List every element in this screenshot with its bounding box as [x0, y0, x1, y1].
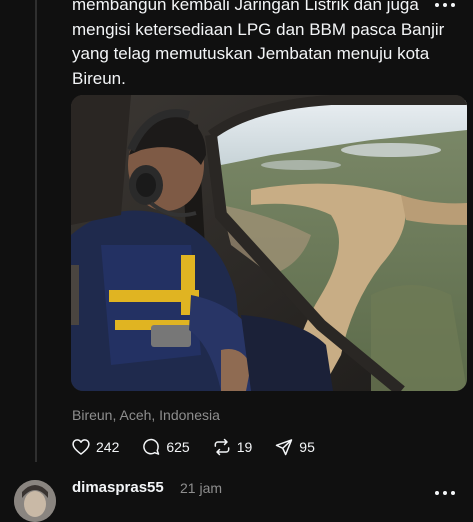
share-button[interactable]: 95	[274, 437, 315, 457]
post-text: membangun kembali Jaringan Listrik dan j…	[72, 0, 452, 91]
heart-icon	[72, 439, 90, 455]
repost-button[interactable]: 19	[212, 437, 253, 457]
reply-timestamp: 21 jam	[180, 480, 223, 496]
post-text-line: mengisi ketersediaan LPG dan BBM pasca B…	[72, 19, 445, 39]
post-photo[interactable]	[71, 95, 467, 391]
like-button[interactable]: 242	[71, 437, 119, 457]
share-count: 95	[299, 439, 315, 455]
post-text-line: yang telag memutuskan Jembatan menuju ko…	[72, 44, 430, 63]
post-text-line: membangun kembali Jaringan Listrik dan j…	[72, 0, 419, 14]
more-options-icon[interactable]	[433, 486, 457, 500]
comment-count: 625	[166, 439, 190, 455]
repost-icon	[214, 438, 230, 456]
repost-count: 19	[236, 439, 253, 455]
thread-line	[35, 0, 37, 462]
post-text-line: Bireun.	[72, 68, 126, 88]
comment-button[interactable]: 625	[141, 437, 190, 457]
reply-avatar[interactable]	[14, 480, 56, 522]
avatar-photo	[14, 480, 56, 522]
post-action-bar: 242 625 19 95	[71, 436, 337, 458]
share-icon	[276, 439, 293, 456]
like-count: 242	[96, 439, 120, 455]
comment-icon	[143, 438, 160, 455]
photo-helicopter-flood-view	[71, 95, 467, 391]
reply-username[interactable]: dimaspras55	[72, 479, 164, 496]
post-location[interactable]: Bireun, Aceh, Indonesia	[72, 407, 220, 423]
